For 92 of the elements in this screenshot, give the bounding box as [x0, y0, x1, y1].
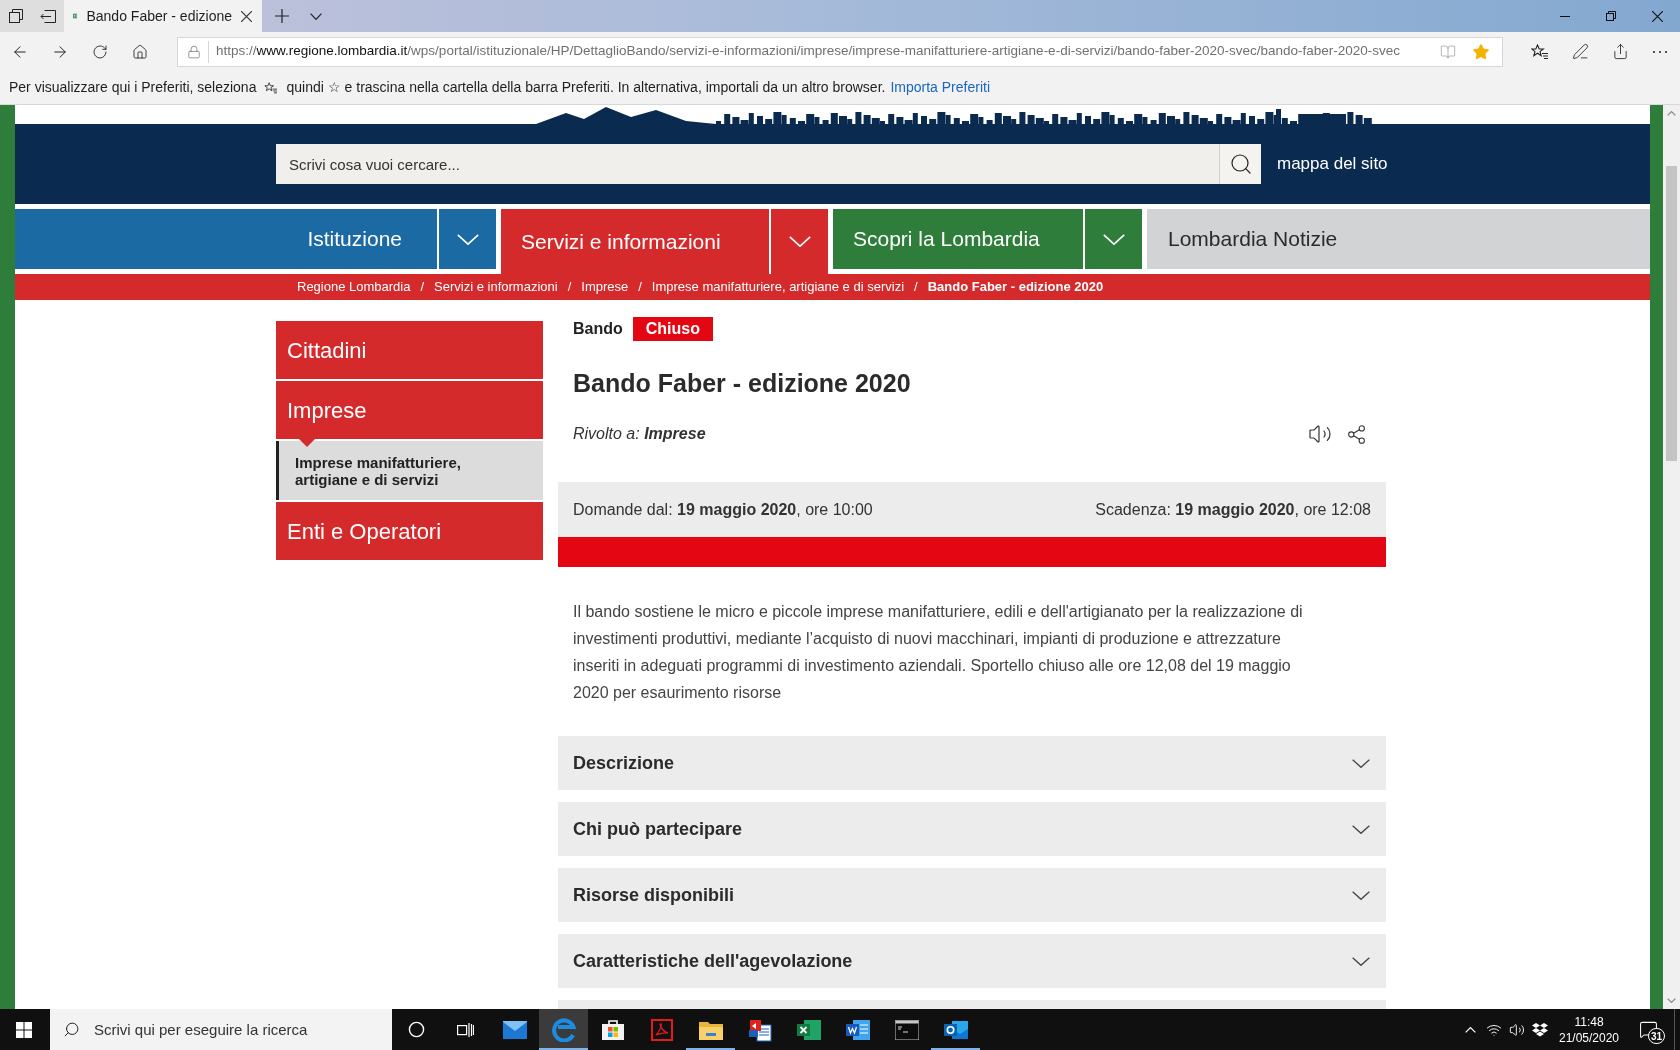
stacked-windows-icon	[9, 9, 23, 23]
circle-icon	[408, 1021, 425, 1038]
arrow-box-icon	[40, 9, 56, 23]
spreadsheet-icon	[796, 1018, 821, 1041]
deadline-date: Scadenza: 19 maggio 2020, ore 12:08	[1095, 499, 1371, 520]
scrollbar-thumb[interactable]	[1666, 166, 1677, 461]
breadcrumb-link[interactable]: Servizi e informazioni	[434, 277, 558, 297]
chevron-down-icon	[1102, 233, 1125, 245]
url-text: https://www.regione.lombardia.it/wps/portal/istituzionale/HP/DettaglioBando/servizi-e-informazioni/imprese/imprese-manifatturiere-artigiane-e-di-servizi/bando-faber-2020-svec/bando-faber-2020-svec	[216, 42, 1402, 61]
plus-icon	[275, 9, 289, 23]
accordion-header[interactable]: Caratteristiche dell'agevolazione	[558, 934, 1386, 988]
notification-count: 31	[1648, 1028, 1666, 1044]
breadcrumb-separator: /	[566, 278, 573, 297]
share-icon	[1611, 43, 1629, 60]
swirl-logo-icon	[551, 1017, 576, 1042]
pen-icon	[1571, 43, 1589, 60]
accordion-header[interactable]: Descrizione	[558, 736, 1386, 790]
chevron-down-icon	[1352, 758, 1370, 768]
audience-text: Rivolto a: Imprese	[573, 424, 707, 444]
envelope-tile-icon	[943, 1018, 968, 1041]
search-field[interactable]: Scrivi cosa vuoi cercare...	[276, 144, 1219, 184]
more-icon	[1653, 50, 1667, 53]
status-badge: Chiuso	[632, 317, 713, 341]
accordion-header[interactable]: Risorse disponibili	[558, 868, 1386, 922]
search-button[interactable]	[1219, 144, 1261, 184]
book-icon	[1440, 43, 1456, 60]
breadcrumb-separator: /	[637, 278, 643, 297]
nav-tab[interactable]: Servizi e informazioni	[501, 209, 769, 274]
nav-tab[interactable]: Lombardia Notizie	[1147, 209, 1650, 269]
window-panes-icon	[16, 1021, 32, 1038]
sidebar-subitem[interactable]: Imprese manifatturiere, artigiane e di servizi	[276, 441, 543, 500]
star-list-icon	[1531, 43, 1549, 60]
opening-date: Domande dal: 19 maggio 2020, ore 10:00	[573, 499, 873, 520]
address-field[interactable]: https://www.regione.lombardia.it/wps/portal/istituzionale/HP/DettaglioBando/servizi-e-informazioni/imprese/imprese-manifatturiere-artigiane-e-di-servizi/bando-faber-2020-svec/bando-faber-2020-svec	[177, 36, 1503, 67]
speaker-icon	[1308, 422, 1332, 446]
restore-icon	[1606, 11, 1616, 21]
nav-tab[interactable]: Scopri la Lombardia	[833, 209, 1083, 269]
taskbar-search-field[interactable]: Scrivi qui per eseguire la ricerca	[50, 1009, 392, 1050]
home-icon	[132, 43, 148, 60]
caret-down-icon	[1667, 998, 1676, 1003]
caret-up-icon	[1667, 111, 1676, 116]
breadcrumb-link[interactable]: Imprese manifatturiere, artigiane e di servizi	[651, 277, 905, 297]
page-title: Bando Faber - edizione 2020	[572, 368, 912, 399]
notifications-button[interactable]: 31	[1626, 1009, 1670, 1050]
shopping-bag-icon	[601, 1019, 624, 1040]
clock-time: 11:48	[1574, 1013, 1604, 1030]
breadcrumb-link[interactable]: Imprese	[581, 277, 629, 297]
chevron-down-icon	[788, 236, 811, 247]
chevron-down-icon	[310, 12, 322, 20]
minimize-icon	[1560, 15, 1570, 17]
summary-text: Il bando sostiene le micro e piccole imprese manifatturiere, edili e dell'artigianato per la realizzazione di investimenti produttivi, mediante l’acquisto di nuovi macchinari, impianti di produzione e attrezzature inseriti in adeguati programmi di investimento aziendali. Sportello chiuso alle ore 12,08 del 19 maggio 2020 per esaurimento risorse	[573, 602, 1304, 703]
sidebar-item[interactable]: Imprese	[276, 381, 543, 439]
refresh-icon	[92, 43, 108, 60]
search-icon	[63, 1021, 80, 1038]
breadcrumb-separator: /	[419, 278, 426, 297]
chevron-down-icon	[1352, 890, 1370, 900]
clock-button[interactable]: 11:48 21/05/2020	[1552, 1009, 1626, 1050]
star-list-icon	[264, 81, 279, 94]
lock-icon	[187, 44, 201, 59]
sidebar-item[interactable]: Cittadini	[276, 321, 543, 379]
folder-icon	[698, 1019, 723, 1040]
terminal-icon	[894, 1019, 919, 1040]
speaker-icon	[1509, 1021, 1525, 1038]
box-logo-icon	[1532, 1022, 1548, 1037]
sidebar-item[interactable]: Enti e Operatori	[276, 502, 543, 560]
nav-tab[interactable]: Istituzione	[15, 209, 437, 269]
close-icon	[241, 10, 252, 22]
chevron-down-icon	[1352, 824, 1370, 834]
chevron-up-icon	[1464, 1026, 1476, 1033]
search-icon	[1228, 152, 1253, 176]
breadcrumb-link[interactable]: Bando Faber - edizione 2020	[927, 277, 1104, 297]
panels-icon	[457, 1021, 474, 1038]
documents-icon	[747, 1017, 772, 1042]
close-icon	[1651, 10, 1663, 22]
sitemap-link[interactable]: mappa del sito	[1277, 151, 1388, 177]
browser-tab[interactable]: Bando Faber - edizione	[64, 0, 262, 32]
breadcrumb-separator: /	[913, 278, 919, 297]
squiggle-tile-icon	[650, 1018, 673, 1041]
chevron-down-icon	[1352, 956, 1370, 966]
tab-title: Bando Faber - edizione	[86, 6, 232, 26]
favorites-hint: quindi ☆ e trascina nella cartella della barra Preferiti. In alternativa, importali da un altro browser.	[286, 78, 886, 97]
breadcrumb-link[interactable]: Regione Lombardia	[297, 277, 411, 297]
import-favorites-link[interactable]: Importa Preferiti	[890, 77, 990, 98]
document-icon	[845, 1018, 870, 1041]
envelope-icon	[502, 1020, 527, 1039]
type-label: Bando	[573, 319, 623, 339]
share-icon	[1345, 423, 1367, 445]
listen-button[interactable]	[1306, 422, 1334, 446]
chevron-down-icon	[456, 233, 479, 245]
favorites-hint: Per visualizzare qui i Preferiti, seleziona	[9, 78, 257, 97]
accordion-header[interactable]: Chi può partecipare	[558, 802, 1386, 856]
clock-date: 21/05/2020	[1558, 1029, 1620, 1046]
